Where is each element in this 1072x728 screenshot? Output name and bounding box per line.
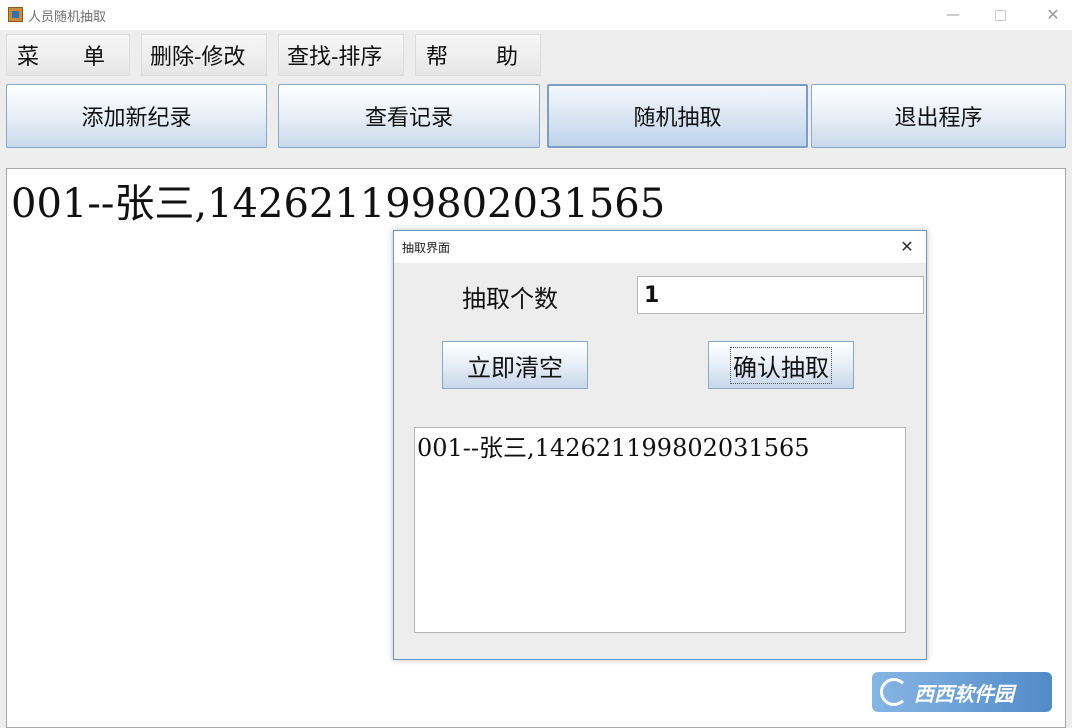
confirm-draw-button[interactable]: 确认抽取 <box>708 341 854 389</box>
menu-item-help-char-1: 帮 <box>426 45 449 70</box>
watermark-text: 西西软件园 <box>914 681 1014 706</box>
java-app-icon <box>8 7 23 22</box>
watermark-logo-icon <box>880 678 908 706</box>
dialog-title: 抽取界面 <box>402 241 451 255</box>
close-button[interactable]: ✕ <box>1030 0 1072 30</box>
clear-now-button[interactable]: 立即清空 <box>442 341 588 389</box>
view-records-button[interactable]: 查看记录 <box>278 84 540 148</box>
site-watermark: 西西软件园 <box>872 672 1052 712</box>
draw-count-label: 抽取个数 <box>462 285 558 313</box>
exit-program-button[interactable]: 退出程序 <box>811 84 1066 148</box>
draw-count-input[interactable] <box>637 276 924 314</box>
draw-result-area[interactable]: 001--张三,142621199802031565 <box>414 427 906 633</box>
maximize-button[interactable] <box>977 0 1023 30</box>
random-draw-button[interactable]: 随机抽取 <box>547 84 808 148</box>
menu-item-help[interactable]: 帮 助 <box>415 34 541 76</box>
view-records-label: 查看记录 <box>364 106 453 131</box>
draw-result-text: 001--张三,142621199802031565 <box>417 434 810 462</box>
menu-item-search-sort[interactable]: 查找-排序 <box>278 34 404 76</box>
menu-item-help-char-2: 助 <box>495 45 518 70</box>
draw-dialog: 抽取界面 ✕ 抽取个数 立即清空 确认抽取 001--张三,1426211998… <box>393 230 927 660</box>
menu-item-menu-char-2: 单 <box>82 45 105 70</box>
menu-item-delete-edit-label: 删除-修改 <box>150 45 246 70</box>
menu-item-menu-char-1: 菜 <box>17 45 40 70</box>
dialog-titlebar: 抽取界面 ✕ <box>394 231 926 263</box>
menu-item-menu[interactable]: 菜 单 <box>6 34 130 76</box>
dialog-close-button[interactable]: ✕ <box>894 234 920 260</box>
menu-item-delete-edit[interactable]: 删除-修改 <box>141 34 267 76</box>
window-title: 人员随机抽取 <box>28 10 107 25</box>
maximize-icon <box>994 9 1006 21</box>
add-record-button[interactable]: 添加新纪录 <box>6 84 267 148</box>
main-record-text: 001--张三,142621199802031565 <box>11 181 666 227</box>
random-draw-label: 随机抽取 <box>633 106 722 131</box>
confirm-draw-label: 确认抽取 <box>730 346 832 384</box>
minimize-button[interactable]: — <box>930 0 976 30</box>
exit-program-label: 退出程序 <box>894 106 983 131</box>
clear-now-label: 立即清空 <box>467 353 563 382</box>
window-titlebar: 人员随机抽取 — ✕ <box>0 0 1072 30</box>
add-record-label: 添加新纪录 <box>81 106 192 131</box>
menu-item-search-sort-label: 查找-排序 <box>287 45 383 70</box>
